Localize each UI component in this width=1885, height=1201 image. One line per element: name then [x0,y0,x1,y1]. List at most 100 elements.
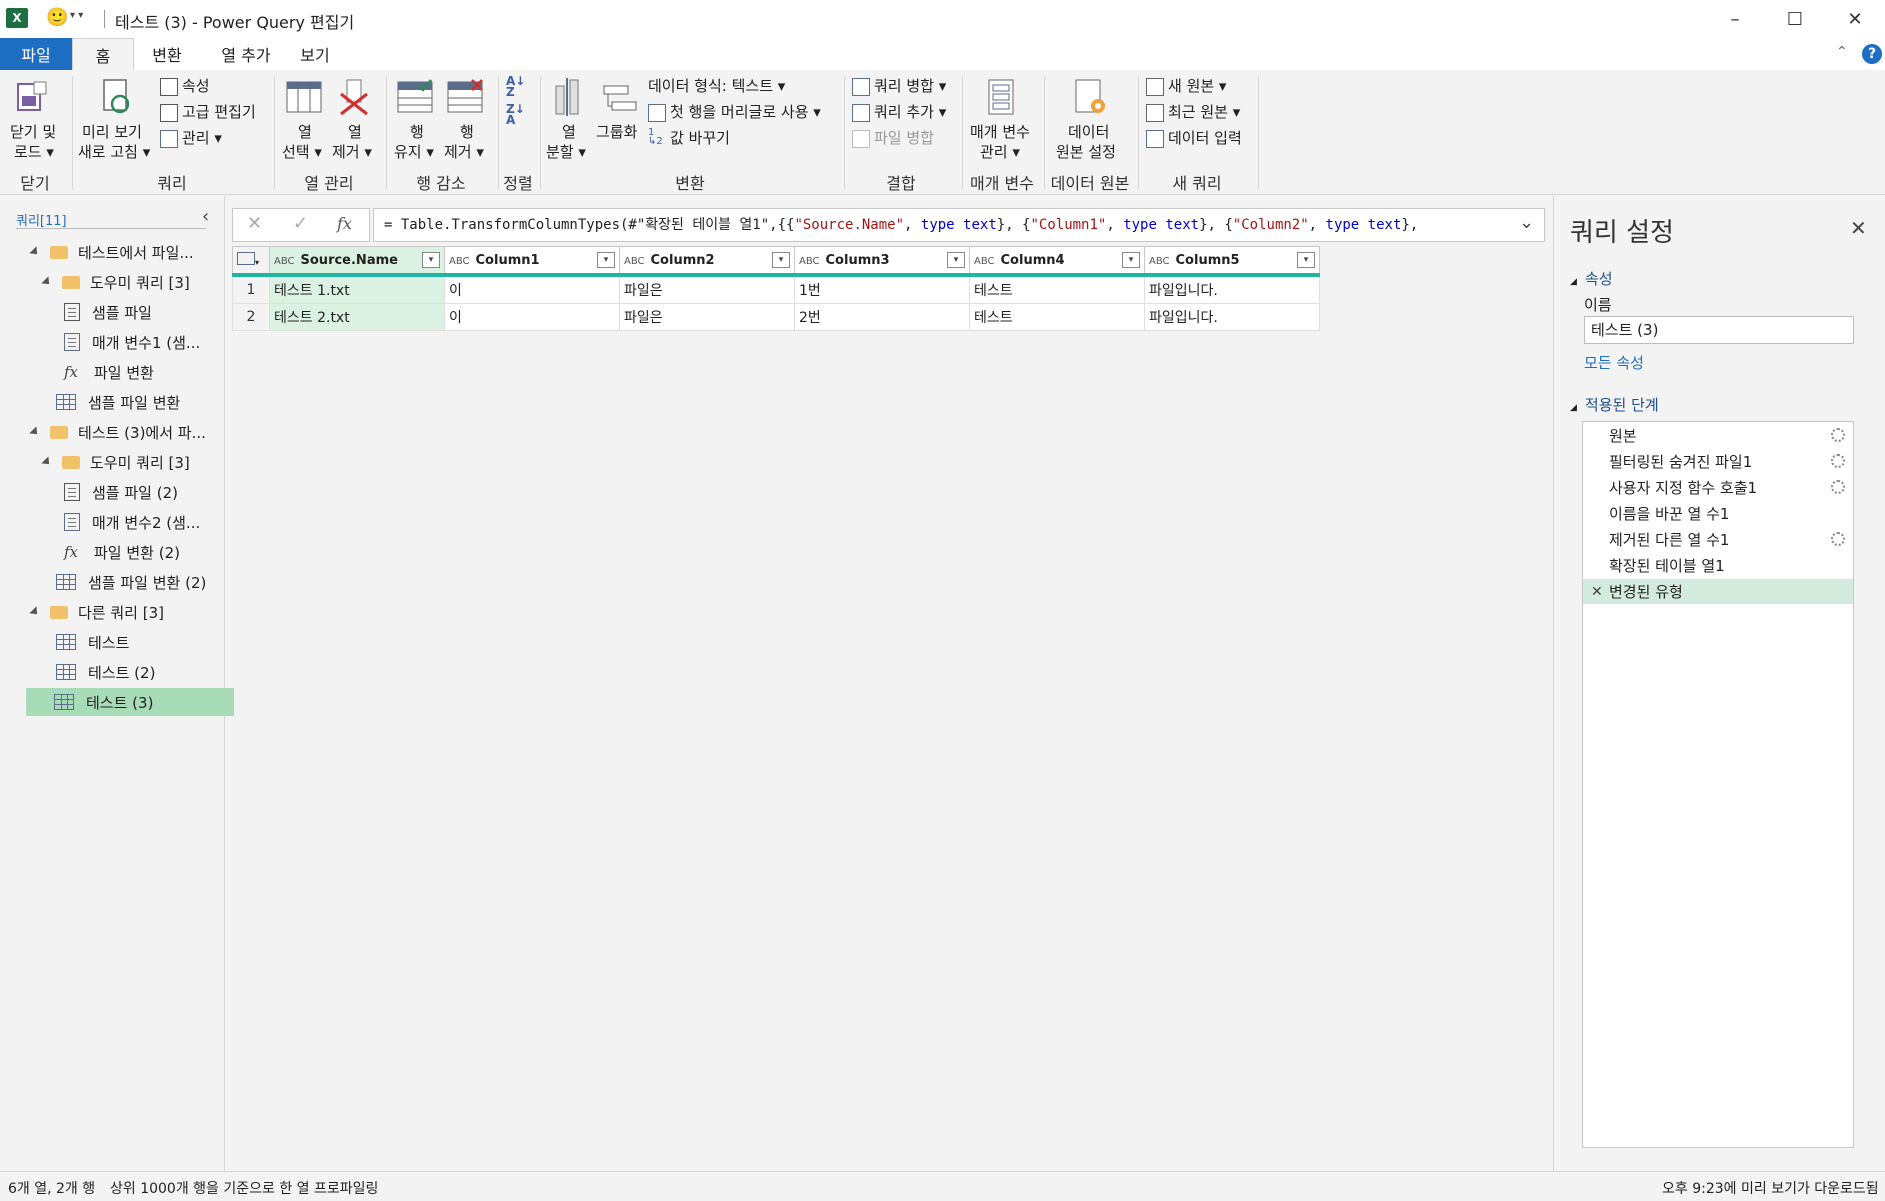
expand-caret-icon[interactable] [41,276,53,288]
table-cell[interactable]: 이 [444,303,620,331]
column-header[interactable]: ABC Column1 ▾ [444,246,620,277]
text-type-icon[interactable]: ABC [624,256,645,267]
query-item[interactable]: 샘플 파일 변환 [56,388,180,416]
expand-caret-icon[interactable] [29,246,41,258]
column-filter-dropdown-icon[interactable]: ▾ [1297,252,1315,268]
column-header[interactable]: ABC Column5 ▾ [1144,246,1320,277]
enter-data-button[interactable]: 데이터 입력 [1146,128,1256,150]
query-name-input[interactable]: 테스트 (3) [1584,316,1854,344]
manage-button[interactable]: 관리 ▾ [160,128,270,150]
tab-file[interactable]: 파일 [0,38,72,70]
text-type-icon[interactable]: ABC [449,256,470,267]
choose-columns-button[interactable]: 열 선택 ▾ [280,74,328,166]
text-type-icon[interactable]: ABC [974,256,995,267]
step-settings-gear-icon[interactable] [1831,454,1845,468]
applied-step[interactable]: 필터링된 숨겨진 파일1 [1583,449,1853,474]
all-properties-link[interactable]: 모든 속성 [1584,352,1644,373]
data-type-button[interactable]: 데이터 형식: 텍스트 ▾ [648,76,838,98]
table-cell[interactable]: 파일입니다. [1144,303,1320,331]
applied-step[interactable]: ✕ 변경된 유형 [1583,579,1853,604]
query-item[interactable]: 테스트 (3)에서 파... [29,418,206,446]
commit-formula-icon[interactable]: ✓ [293,213,308,234]
table-cell[interactable]: 이 [444,274,620,304]
column-header[interactable]: ABC Column3 ▾ [794,246,970,277]
sort-ascending-button[interactable]: A↓ Z [506,75,530,100]
new-source-button[interactable]: 새 원본 ▾ [1146,76,1256,98]
close-settings-icon[interactable]: ✕ [1850,216,1867,240]
quick-access-dropdown[interactable]: ▾ ▾ [70,10,83,21]
remove-rows-button[interactable]: 행 제거 ▾ [442,74,490,166]
table-cell[interactable]: 테스트 1.txt [269,274,445,304]
query-item[interactable]: 다른 쿼리 [3] [29,598,164,626]
text-type-icon[interactable]: ABC [1149,256,1170,267]
table-cell[interactable]: 2번 [794,303,970,331]
query-item[interactable]: 테스트 (3) [26,688,234,716]
group-by-button[interactable]: 그룹화 [594,74,644,166]
tab-transform[interactable]: 변환 [132,38,202,70]
query-item[interactable]: 테스트에서 파일... [29,238,194,266]
applied-step[interactable]: 사용자 지정 함수 호출1 [1583,475,1853,500]
query-item[interactable]: 매개 변수2 (샘... [64,508,200,536]
text-type-icon[interactable]: ABC [274,256,295,267]
delete-step-icon[interactable]: ✕ [1591,584,1603,600]
minimize-button[interactable]: – [1705,0,1765,38]
use-first-row-headers-button[interactable]: 첫 행을 머리글로 사용 ▾ [648,102,848,124]
applied-step[interactable]: 원본 [1583,423,1853,448]
close-and-load-button[interactable]: 닫기 및 로드 ▾ [6,74,62,166]
quick-access-smiley[interactable]: 🙂 [46,7,68,28]
keep-rows-button[interactable]: 행 유지 ▾ [392,74,440,166]
advanced-editor-button[interactable]: 고급 편집기 [160,102,270,124]
column-filter-dropdown-icon[interactable]: ▾ [597,252,615,268]
table-cell[interactable]: 테스트 2.txt [269,303,445,331]
step-settings-gear-icon[interactable] [1831,428,1845,442]
query-item[interactable]: 테스트 (2) [56,658,155,686]
properties-button[interactable]: 속성 [160,76,270,98]
query-item[interactable]: 도우미 쿼리 [3] [41,268,190,296]
query-item[interactable]: fx 파일 변환 [64,358,154,386]
remove-columns-button[interactable]: 열 제거 ▾ [330,74,378,166]
expand-caret-icon[interactable] [29,426,41,438]
query-item[interactable]: 도우미 쿼리 [3] [41,448,190,476]
refresh-preview-button[interactable]: 미리 보기 새로 고침 ▾ [78,74,158,166]
column-header[interactable]: ABC Column2 ▾ [619,246,795,277]
split-column-button[interactable]: 열 분할 ▾ [546,74,590,166]
query-item[interactable]: 매개 변수1 (샘... [64,328,200,356]
applied-step[interactable]: 이름을 바꾼 열 수1 [1583,501,1853,526]
data-source-settings-button[interactable]: 데이터 원본 설정 [1050,74,1132,166]
fx-icon[interactable]: fx [337,214,352,233]
expand-formula-icon[interactable]: ⌄ [1519,212,1534,233]
append-queries-button[interactable]: 쿼리 추가 ▾ [852,102,972,124]
recent-sources-button[interactable]: 최근 원본 ▾ [1146,102,1256,124]
tab-view[interactable]: 보기 [280,38,350,70]
column-filter-dropdown-icon[interactable]: ▾ [947,252,965,268]
step-settings-gear-icon[interactable] [1831,532,1845,546]
step-settings-gear-icon[interactable] [1831,480,1845,494]
collapse-ribbon-icon[interactable]: ⌃ [1836,44,1848,60]
query-item[interactable]: 테스트 [56,628,129,656]
applied-step[interactable]: 제거된 다른 열 수1 [1583,527,1853,552]
column-header[interactable]: ABC Column4 ▾ [969,246,1145,277]
query-item[interactable]: 샘플 파일 (2) [64,478,178,506]
table-menu-icon[interactable]: ▾ [232,246,270,277]
applied-step[interactable]: 확장된 테이블 열1 [1583,553,1853,578]
table-cell[interactable]: 파일은 [619,303,795,331]
table-cell[interactable]: 1번 [794,274,970,304]
column-filter-dropdown-icon[interactable]: ▾ [1122,252,1140,268]
query-item[interactable]: fx 파일 변환 (2) [64,538,180,566]
merge-queries-button[interactable]: 쿼리 병합 ▾ [852,76,972,98]
column-filter-dropdown-icon[interactable]: ▾ [422,252,440,268]
combine-files-button[interactable]: 파일 병합 [852,128,972,150]
status-profiling-info[interactable]: 상위 1000개 행을 기준으로 한 열 프로파일링 [110,1178,378,1198]
replace-values-button[interactable]: 1 ↳2 값 바꾸기 [648,128,788,150]
expand-caret-icon[interactable] [41,456,53,468]
table-cell[interactable]: 테스트 [969,274,1145,304]
column-filter-dropdown-icon[interactable]: ▾ [772,252,790,268]
help-icon[interactable]: ? [1862,44,1882,64]
column-header[interactable]: ABC Source.Name ▾ [269,246,445,277]
table-cell[interactable]: 테스트 [969,303,1145,331]
query-item[interactable]: 샘플 파일 [64,298,152,326]
formula-bar-input[interactable]: = Table.TransformColumnTypes(#"확장된 테이블 열… [373,208,1545,242]
text-type-icon[interactable]: ABC [799,256,820,267]
tab-home[interactable]: 홈 [72,38,134,71]
table-cell[interactable]: 파일입니다. [1144,274,1320,304]
